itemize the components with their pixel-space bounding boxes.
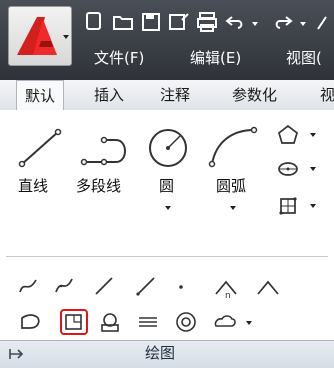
ray-icon[interactable] (136, 276, 156, 296)
arc-icon[interactable] (206, 124, 260, 172)
ellipse-icon[interactable] (276, 157, 300, 181)
ellipse-dropdown-icon[interactable] (310, 167, 316, 171)
save-icon[interactable] (140, 11, 162, 33)
chevron-down-icon (63, 35, 69, 39)
save-as-icon[interactable] (168, 11, 190, 33)
undo-icon[interactable] (224, 11, 246, 33)
line-icon[interactable] (16, 124, 64, 172)
tab-annotate[interactable]: 注释 (160, 80, 190, 110)
redo-icon[interactable] (272, 11, 294, 33)
measure-icon[interactable] (256, 276, 280, 300)
circle-label: 圆 (159, 177, 175, 195)
donut-icon[interactable] (174, 310, 198, 334)
point-icon[interactable] (178, 284, 184, 290)
tab-parametric[interactable]: 参数化 (232, 80, 277, 110)
circle-icon[interactable] (144, 124, 192, 172)
hatch-dropdown-icon[interactable] (310, 204, 316, 208)
menu-edit[interactable]: 编辑(E) (190, 46, 241, 70)
print-icon[interactable] (196, 11, 218, 33)
redo-dropdown-icon[interactable] (300, 22, 306, 26)
boundary-icon (65, 314, 82, 330)
line-label: 直线 (18, 177, 49, 195)
wipeout-icon[interactable] (98, 310, 122, 334)
spline-fit-icon[interactable] (18, 276, 38, 296)
undo-dropdown-icon[interactable] (252, 22, 258, 26)
polygon-icon[interactable] (276, 123, 300, 147)
menu-view[interactable]: 视图( (286, 46, 322, 70)
cloud-icon[interactable] (212, 312, 238, 332)
spline-cv-icon[interactable] (54, 276, 74, 296)
panel-divider (6, 256, 328, 257)
tab-default[interactable]: 默认 (16, 80, 65, 111)
more-commands-icon[interactable] (316, 11, 334, 33)
autocad-logo-icon (17, 17, 57, 55)
circle-dropdown-icon[interactable] (165, 206, 171, 210)
application-menu-button[interactable] (8, 6, 72, 66)
pin-icon[interactable] (8, 346, 26, 362)
panel-title: 绘图 (144, 344, 175, 362)
open-folder-icon[interactable] (112, 11, 134, 33)
region-icon[interactable] (18, 312, 42, 332)
polyline-icon[interactable] (80, 124, 134, 172)
arc-dropdown-icon[interactable] (230, 206, 236, 210)
construction-line-icon[interactable] (94, 276, 114, 296)
svg-text:n: n (225, 291, 231, 300)
polyline-label: 多段线 (76, 177, 122, 195)
boundary-tool-selected[interactable] (60, 309, 88, 335)
polygon-dropdown-icon[interactable] (310, 133, 316, 137)
more-draw-tools-dropdown-icon[interactable] (246, 321, 252, 325)
divide-icon[interactable]: n (214, 276, 238, 300)
revision-cloud-icon[interactable] (136, 310, 160, 334)
arc-label: 圆弧 (216, 177, 247, 195)
tab-insert[interactable]: 插入 (94, 80, 124, 110)
tab-view[interactable]: 视 (320, 80, 334, 110)
new-file-icon[interactable] (84, 11, 106, 33)
hatch-icon[interactable] (276, 194, 300, 218)
menu-file[interactable]: 文件(F) (94, 46, 144, 70)
